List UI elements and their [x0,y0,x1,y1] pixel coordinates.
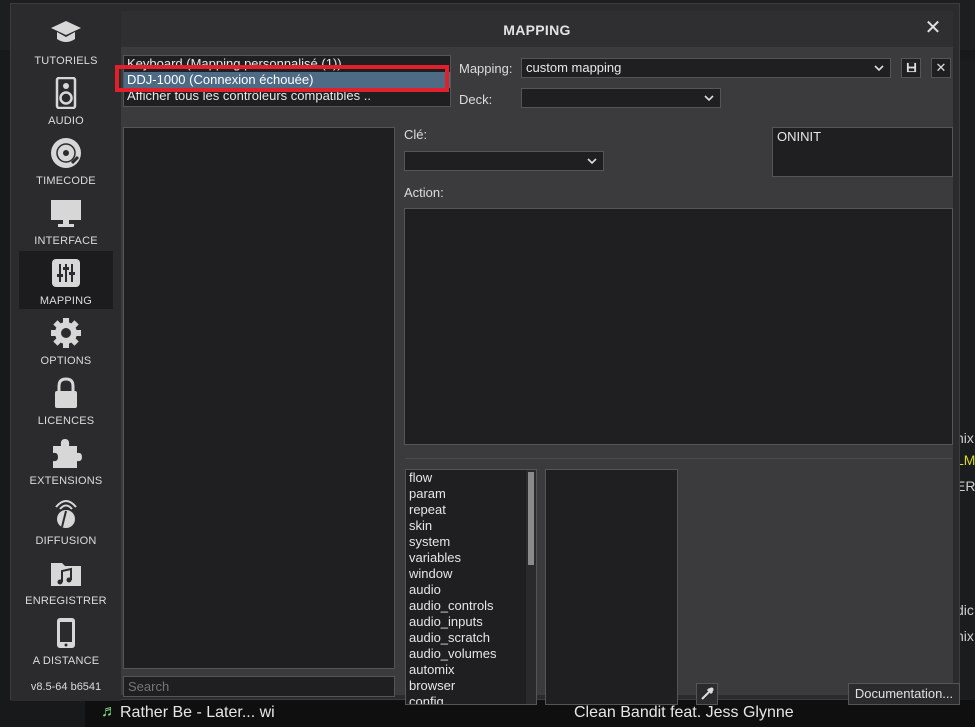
dialog-title: MAPPING [503,22,571,38]
list-item[interactable]: param [406,486,536,502]
sidebar-item-label: TIMECODE [36,175,96,187]
list-item[interactable]: variables [406,550,536,566]
close-button[interactable]: ✕ [923,18,943,38]
sidebar-item-mapping[interactable]: MAPPING [19,251,113,309]
list-item[interactable]: window [406,566,536,582]
mapping-panel: MAPPING ✕ Keyboard (Mapping personnalisé… [121,11,960,705]
event-text: ONINIT [777,129,822,144]
chevron-down-icon [874,65,884,72]
sidebar-item-label: LICENCES [37,415,95,427]
graduation-cap-icon [51,21,81,42]
list-item[interactable]: flow [406,470,536,486]
broadcast-dish-icon [55,500,77,528]
scrollbar-thumb[interactable] [528,472,534,565]
list-item[interactable]: audio_inputs [406,614,536,630]
delete-mapping-button[interactable]: ✕ [931,58,951,78]
list-item[interactable]: audio_controls [406,598,536,614]
documentation-button[interactable]: Documentation... [848,683,960,705]
list-item[interactable]: config [406,694,536,704]
track-artist: Clean Bandit feat. Jess Glynne [574,704,794,721]
sidebar-item-enregistrer[interactable]: ENREGISTRER [19,551,113,609]
event-box[interactable]: ONINIT [772,127,953,177]
chevron-down-icon [704,95,714,102]
eyedropper-icon [701,687,714,700]
controller-list[interactable]: Keyboard (Mapping personnalisé (1)) DDJ-… [123,55,451,107]
sidebar-item-licences[interactable]: LICENCES [19,371,113,429]
chevron-down-icon [587,158,597,165]
list-item[interactable]: skin [406,518,536,534]
sidebar-item-label: TUTORIELS [34,55,98,67]
divider [405,458,952,459]
puzzle-icon [53,439,82,468]
music-folder-icon [51,563,81,586]
sidebar-item-label: A DISTANCE [32,655,100,667]
sidebar-item-extensions[interactable]: EXTENSIONS [19,431,113,489]
action-label: Action: [404,185,444,200]
controller-item-ddj-1000[interactable]: DDJ-1000 (Connexion échouée) [124,72,450,88]
verb-list[interactable] [545,469,678,705]
settings-sidebar: TUTORIELS AUDIO TIMECODE INTERFACE MAPPI… [11,4,121,701]
version-label: v8.5-64 b6541 [30,681,102,693]
key-label: Clé: [404,127,428,142]
mapping-select[interactable]: custom mapping [521,58,891,78]
list-item[interactable]: browser [406,678,536,694]
sidebar-item-label: MAPPING [39,295,93,307]
sidebar-item-label: AUDIO [48,115,84,127]
dialog-titlebar: MAPPING ✕ [121,11,953,47]
sidebar-item-label: OPTIONS [40,355,92,367]
sidebar-item-tutoriels[interactable]: TUTORIELS [19,11,113,69]
controller-item-show-all[interactable]: Afficher tous les contrôleurs compatible… [124,88,450,104]
controller-item-keyboard[interactable]: Keyboard (Mapping personnalisé (1)) [124,56,450,72]
monitor-icon [51,200,81,227]
verb-category-list[interactable]: flow param repeat skin system variables … [405,469,537,705]
sidebar-item-interface[interactable]: INTERFACE [19,191,113,249]
vinyl-disc-icon [51,138,81,168]
track-title: Rather Be - Later... wi [120,704,275,721]
key-select[interactable] [404,151,604,171]
sidebar-item-label: EXTENSIONS [29,475,103,487]
sidebar-item-timecode[interactable]: TIMECODE [19,131,113,189]
music-note-icon: ♬ [101,703,117,720]
mapping-value: custom mapping [526,60,622,75]
save-icon [906,62,916,73]
list-item[interactable]: audio [406,582,536,598]
gear-icon [51,318,81,348]
list-item[interactable]: audio_volumes [406,646,536,662]
phone-icon [57,618,75,648]
lock-icon [55,377,77,408]
search-input[interactable] [123,676,395,697]
mapping-label: Mapping: [459,61,513,76]
controls-tree[interactable] [123,127,395,669]
sidebar-item-label: ENREGISTRER [25,595,107,607]
sliders-icon [52,259,80,287]
sidebar-item-audio[interactable]: AUDIO [19,71,113,129]
deck-label: Deck: [459,92,493,107]
sidebar-item-label: DIFFUSION [35,535,97,547]
sidebar-item-options[interactable]: OPTIONS [19,311,113,369]
save-mapping-button[interactable] [901,58,921,78]
sidebar-item-diffusion[interactable]: DIFFUSION [19,491,113,549]
list-item[interactable]: system [406,534,536,550]
deck-select[interactable] [521,88,721,108]
pick-control-button[interactable] [696,683,718,705]
action-editor[interactable] [404,208,953,445]
scrollbar[interactable] [526,470,536,704]
settings-dialog: TUTORIELS AUDIO TIMECODE INTERFACE MAPPI… [10,3,960,705]
list-item[interactable]: automix [406,662,536,678]
sidebar-item-label: INTERFACE [34,235,98,247]
speaker-icon [55,77,77,109]
sidebar-item-a-distance[interactable]: A DISTANCE [19,611,113,669]
list-item[interactable]: audio_scratch [406,630,536,646]
list-item[interactable]: repeat [406,502,536,518]
